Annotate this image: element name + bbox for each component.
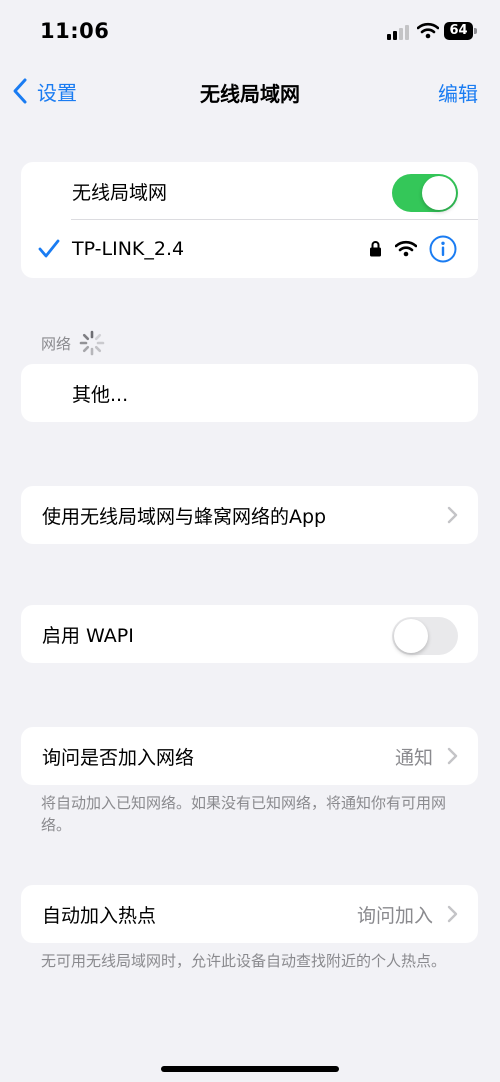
checkmark-icon (38, 239, 60, 258)
networks-section-header: 网络 (41, 330, 105, 356)
cellular-signal-icon (387, 24, 411, 40)
auto-hotspot-row[interactable]: 自动加入热点 询问加入 (21, 885, 478, 943)
wifi-toggle-label: 无线局域网 (72, 181, 168, 204)
apps-group: 使用无线局域网与蜂窝网络的App (21, 486, 478, 544)
networks-group: 其他... (21, 364, 478, 422)
auto-hotspot-value: 询问加入 (356, 904, 433, 927)
connected-network-row[interactable]: TP-LINK_2.4 (21, 220, 478, 278)
chevron-right-icon (447, 747, 458, 765)
auto-hotspot-group: 自动加入热点 询问加入 (21, 885, 478, 943)
wapi-row: 启用 WAPI (21, 605, 478, 663)
wifi-status-icon (417, 22, 439, 39)
ask-join-label: 询问是否加入网络 (42, 746, 195, 769)
ask-join-footer: 将自动加入已知网络。如果没有已知网络，将通知你有可用网络。 (41, 794, 447, 834)
wifi-group: 无线局域网 TP-LINK_2.4 (21, 162, 478, 278)
wapi-group: 启用 WAPI (21, 605, 478, 663)
networks-header-label: 网络 (41, 334, 72, 353)
connected-network-name: TP-LINK_2.4 (72, 238, 185, 260)
wifi-toggle[interactable] (392, 174, 458, 212)
ask-join-value: 通知 (394, 746, 433, 769)
chevron-right-icon (447, 905, 458, 923)
other-network-row[interactable]: 其他... (21, 364, 478, 422)
wifi-strength-icon (395, 240, 417, 257)
edit-button[interactable]: 编辑 (438, 78, 478, 107)
status-bar: 11:06 64 (0, 0, 500, 62)
home-indicator[interactable] (161, 1066, 339, 1072)
navigation-bar: 设置 无线局域网 编辑 (0, 62, 500, 118)
loading-spinner-icon (79, 330, 105, 356)
battery-icon: 64 (444, 22, 477, 40)
ask-join-row[interactable]: 询问是否加入网络 通知 (21, 727, 478, 785)
other-network-label: 其他... (72, 383, 129, 406)
apps-using-wlan-row[interactable]: 使用无线局域网与蜂窝网络的App (21, 486, 478, 544)
auto-hotspot-footer: 无可用无线局域网时，允许此设备自动查找附近的个人热点。 (41, 952, 447, 970)
info-icon[interactable] (429, 235, 457, 263)
battery-level: 64 (444, 22, 473, 40)
auto-hotspot-label: 自动加入热点 (42, 904, 157, 927)
chevron-right-icon (447, 506, 458, 524)
wapi-toggle[interactable] (392, 617, 458, 655)
wapi-label: 启用 WAPI (42, 624, 134, 647)
lock-icon (370, 241, 381, 257)
apps-using-wlan-label: 使用无线局域网与蜂窝网络的App (42, 505, 327, 528)
wifi-toggle-row: 无线局域网 (21, 162, 478, 220)
status-time: 11:06 (40, 19, 110, 43)
page-title: 无线局域网 (200, 82, 300, 106)
ask-join-group: 询问是否加入网络 通知 (21, 727, 478, 785)
